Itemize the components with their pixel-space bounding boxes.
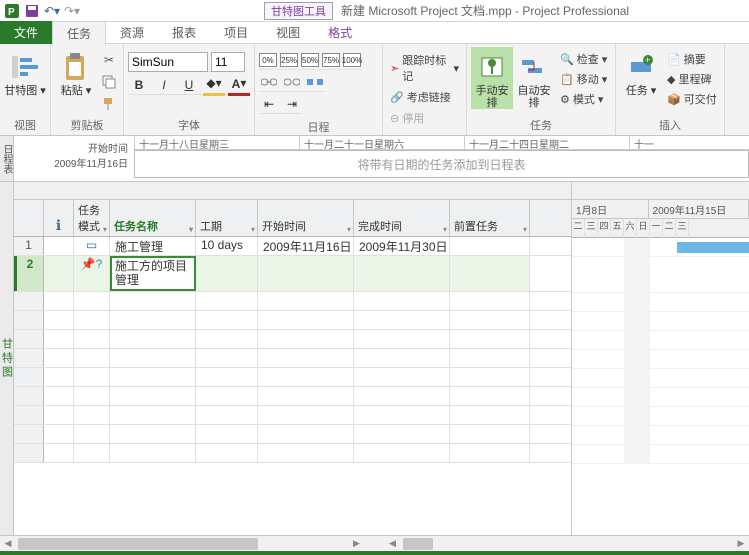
col-info[interactable]: ℹ [44,200,74,236]
pct-75[interactable]: 75% [322,53,340,67]
col-dur[interactable]: 工期▾ [196,200,258,236]
table-row[interactable] [14,368,571,387]
gantt-row [572,257,749,293]
consider-links-button[interactable]: 🔗考虑链接 [387,88,454,106]
task-name-editing[interactable]: 施工方的项目管理 [110,256,196,291]
tab-view[interactable]: 视图 [262,21,314,44]
underline-button[interactable]: U [178,74,200,96]
tab-report[interactable]: 报表 [158,21,210,44]
pct-50[interactable]: 50% [301,53,319,67]
deactivate-button[interactable]: ⊖停用 [387,109,427,127]
group-font-label: 字体 [128,115,250,135]
table-row[interactable] [14,292,571,311]
redo-icon[interactable]: ↷▾ [63,2,81,20]
col-pred[interactable]: 前置任务▾ [450,200,530,236]
summary-button[interactable]: 📄摘要 [664,50,720,68]
unlink-tasks-icon[interactable] [282,73,302,91]
scroll-right-icon[interactable]: ▶ [349,536,365,551]
col-fin[interactable]: 完成时间▾ [354,200,450,236]
group-clipboard-label: 剪贴板 [55,115,119,135]
auto-mode-icon: ▭ [74,237,110,255]
gantt-scroll-right-icon[interactable]: ▶ [733,536,749,551]
col-mode[interactable]: 任务模式▾ [74,200,110,236]
table-row[interactable] [14,444,571,463]
table-row[interactable]: 2 📌? 施工方的项目管理 [14,256,571,292]
gantt-row [572,238,749,257]
respect-links-button[interactable]: ➣跟踪时标记 ▾ [387,51,462,85]
outdent-icon[interactable]: ⇤ [259,95,279,113]
table-row[interactable] [14,330,571,349]
manual-mode-icon: 📌? [74,256,110,291]
group-insert-label: 插入 [620,115,720,135]
gantt-week-2: 2009年11月15日 [649,200,749,218]
auto-schedule-button[interactable]: 自动安排 [513,47,555,109]
font-name-select[interactable] [128,52,208,72]
pct-100[interactable]: 100% [343,53,361,67]
italic-button[interactable]: I [153,74,175,96]
table-row[interactable] [14,349,571,368]
deliverable-button[interactable]: 📦可交付 [664,90,720,108]
move-button[interactable]: 📋移动▾ [557,70,611,88]
view-side-label: 甘特图 [0,182,14,535]
group-schedule-label: 日程 [259,117,378,137]
mode-button[interactable]: ⚙模式▾ [557,90,611,108]
insert-task-button[interactable]: + 任务 ▾ [620,47,662,97]
timeline-label: 日程表 [0,136,14,181]
table-row[interactable] [14,406,571,425]
col-id[interactable] [14,200,44,236]
status-bar [0,551,749,555]
undo-icon[interactable]: ↶▾ [43,2,61,20]
gantt-view-button[interactable]: 甘特图 ▾ [4,47,46,97]
gantt-bar[interactable] [677,242,749,253]
tab-format[interactable]: 格式 [314,21,366,44]
indent-icon[interactable]: ⇥ [282,95,302,113]
svg-text:+: + [645,55,650,65]
pct-0[interactable]: 0% [259,53,277,67]
svg-text:P: P [8,7,15,18]
fill-color-button[interactable]: ◆▾ [203,74,225,96]
tab-task[interactable]: 任务 [52,21,106,46]
app-icon: P [3,2,21,20]
tab-file[interactable]: 文件 [0,21,52,44]
gantt-scroll-thumb[interactable] [403,538,433,550]
contextual-tab-label: 甘特图工具 [264,2,333,20]
paste-button[interactable]: 粘贴 ▾ [55,47,97,97]
col-name[interactable]: 任务名称▾ [110,200,196,236]
col-start[interactable]: 开始时间▾ [258,200,354,236]
tab-project[interactable]: 项目 [210,21,262,44]
gantt-scroll-left-icon[interactable]: ◀ [385,536,401,551]
gantt-week-1: 1月8日 [572,200,649,218]
table-row[interactable] [14,387,571,406]
timeline-start-date: 2009年11月16日 [18,155,128,170]
group-tasks-label: 任务 [471,115,611,135]
scroll-thumb[interactable] [18,538,258,550]
tab-resource[interactable]: 资源 [106,21,158,44]
window-title: 新建 Microsoft Project 文档.mpp - Project Pr… [341,2,629,19]
scroll-left-icon[interactable]: ◀ [0,536,16,551]
table-row[interactable]: 1 ▭ 施工管理 10 days 2009年11月16日 2009年11月30日 [14,237,571,256]
cut-icon[interactable]: ✂ [99,50,119,70]
manual-schedule-button[interactable]: 手动安排 [471,47,513,109]
timeline-start-label: 开始时间 [18,140,128,155]
table-row[interactable] [14,311,571,330]
save-icon[interactable] [23,2,41,20]
milestone-button[interactable]: ◆里程碑 [664,70,720,88]
font-size-select[interactable] [211,52,245,72]
link-tasks-icon[interactable] [259,73,279,91]
format-painter-icon[interactable] [99,94,119,114]
font-color-button[interactable]: A▾ [228,74,250,96]
split-task-icon[interactable] [305,73,325,91]
timeline-hint[interactable]: 将带有日期的任务添加到日程表 [134,150,749,178]
inspect-button[interactable]: 🔍检查▾ [557,50,611,68]
table-row[interactable] [14,425,571,444]
group-view-label: 视图 [4,115,46,135]
copy-icon[interactable] [99,72,119,92]
pct-25[interactable]: 25% [280,53,298,67]
bold-button[interactable]: B [128,74,150,96]
